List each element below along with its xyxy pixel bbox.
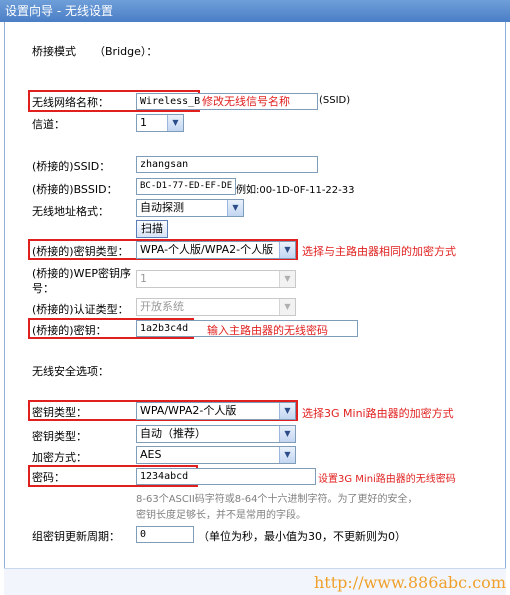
chevron-down-icon: ▼ bbox=[279, 299, 295, 315]
watermark: http://www.886abc.com bbox=[314, 573, 506, 592]
chevron-down-icon: ▼ bbox=[279, 271, 295, 287]
channel-select[interactable]: 1 ▼ bbox=[136, 114, 184, 132]
mode-value: （Bridge）： bbox=[94, 45, 158, 58]
bridged-key-type-value: WPA-个人版/WPA2-个人版 bbox=[140, 243, 274, 256]
group-key-input[interactable]: 0 bbox=[136, 526, 194, 543]
chevron-down-icon: ▼ bbox=[279, 242, 295, 258]
channel-label: 信道： bbox=[32, 118, 65, 131]
channel-value: 1 bbox=[140, 116, 147, 129]
password-hint-line2: 密钥长度足够长，并不是常用的字段。 bbox=[136, 510, 306, 521]
key-type-label: 密钥类型： bbox=[32, 406, 87, 419]
auth-type-label: (桥接的)认证类型： bbox=[32, 303, 129, 316]
chevron-down-icon: ▼ bbox=[279, 403, 295, 419]
wep-index-select[interactable]: 1 ▼ bbox=[136, 270, 296, 288]
key-type2-select[interactable]: 自动（推荐） ▼ bbox=[136, 425, 296, 443]
chevron-down-icon: ▼ bbox=[279, 447, 295, 463]
bridged-key-type-label: (桥接的)密钥类型： bbox=[32, 245, 129, 258]
password-label: 密码： bbox=[32, 471, 65, 484]
scan-button[interactable]: 扫描 bbox=[136, 220, 168, 238]
mode-label: 桥接模式 bbox=[32, 45, 76, 58]
address-format-label: 无线地址格式： bbox=[32, 205, 109, 218]
auth-type-value: 开放系统 bbox=[140, 300, 184, 313]
bridged-key-note: 输入主路由器的无线密码 bbox=[207, 324, 328, 337]
encryption-select[interactable]: AES ▼ bbox=[136, 446, 296, 464]
encryption-label: 加密方式： bbox=[32, 451, 87, 464]
bridged-key-type-note: 选择与主路由器相同的加密方式 bbox=[302, 245, 456, 258]
bridged-key-label: (桥接的)密钥： bbox=[32, 324, 107, 337]
ssid-note: 修改无线信号名称 bbox=[202, 95, 290, 108]
bridged-bssid-input[interactable]: BC-D1-77-ED-EF-DE bbox=[136, 178, 236, 195]
password-hint-line1: 8-63个ASCII码字符或8-64个十六进制字符。为了更好的安全， bbox=[136, 494, 418, 505]
bridged-bssid-label: (桥接的)BSSID： bbox=[32, 183, 118, 196]
bridged-key-type-select[interactable]: WPA-个人版/WPA2-个人版 ▼ bbox=[136, 241, 296, 259]
wep-index-label-2: 号： bbox=[32, 282, 54, 295]
group-key-label: 组密钥更新周期： bbox=[32, 530, 120, 543]
key-type-value: WPA/WPA2-个人版 bbox=[140, 404, 237, 417]
bridged-ssid-label: (桥接的)SSID： bbox=[32, 160, 111, 173]
key-type-note: 选择3G Mini路由器的加密方式 bbox=[302, 407, 454, 420]
key-type2-value: 自动（推荐） bbox=[140, 427, 206, 440]
chevron-down-icon: ▼ bbox=[167, 115, 183, 131]
wep-index-label-1: (桥接的)WEP密钥序 bbox=[32, 267, 132, 280]
key-type2-label: 密钥类型： bbox=[32, 430, 87, 443]
key-type-select[interactable]: WPA/WPA2-个人版 ▼ bbox=[136, 402, 296, 420]
ssid-suffix: (SSID) bbox=[319, 95, 351, 106]
chevron-down-icon: ▼ bbox=[227, 200, 243, 216]
password-note: 设置3G Mini路由器的无线密码 bbox=[318, 474, 456, 485]
chevron-down-icon: ▼ bbox=[279, 426, 295, 442]
ssid-label: 无线网络名称： bbox=[32, 96, 109, 109]
bridged-bssid-example: 例如:00-1D-0F-11-22-33 bbox=[236, 185, 355, 196]
encryption-value: AES bbox=[140, 448, 162, 461]
password-input[interactable]: 1234abcd bbox=[136, 468, 316, 485]
wep-index-value: 1 bbox=[140, 272, 147, 285]
bridged-ssid-input[interactable]: zhangsan bbox=[136, 156, 318, 173]
address-format-value: 自动探测 bbox=[140, 201, 184, 214]
window-title: 设置向导 - 无线设置 bbox=[0, 0, 510, 22]
security-heading: 无线安全选项： bbox=[32, 365, 109, 378]
address-format-select[interactable]: 自动探测 ▼ bbox=[136, 199, 244, 217]
group-key-hint: （单位为秒，最小值为30，不更新则为0） bbox=[198, 530, 406, 543]
auth-type-select[interactable]: 开放系统 ▼ bbox=[136, 298, 296, 316]
